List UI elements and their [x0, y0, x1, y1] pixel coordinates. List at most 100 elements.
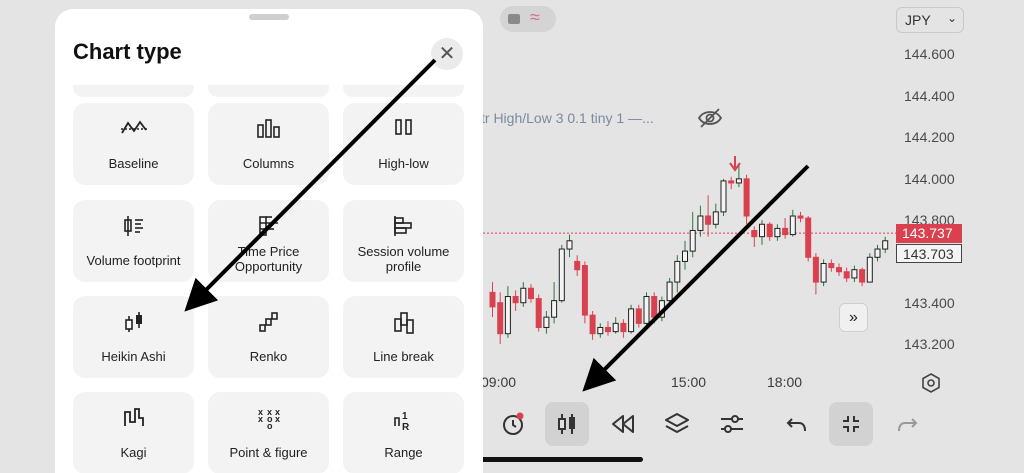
tile-renko[interactable]: Renko — [208, 296, 329, 378]
candle — [712, 203, 719, 229]
redo-icon[interactable] — [885, 402, 929, 446]
candle — [797, 211, 804, 223]
price-label: 144.000 — [904, 171, 955, 187]
undo-icon[interactable] — [775, 402, 819, 446]
candle — [805, 216, 812, 262]
candle — [566, 234, 573, 258]
candle — [689, 211, 696, 258]
candle — [682, 240, 688, 270]
tile-partial[interactable] — [343, 85, 464, 97]
price-label: 143.200 — [904, 336, 955, 352]
candle — [520, 282, 527, 307]
sheet-grabber[interactable] — [249, 14, 289, 20]
tile-session-volume-profile[interactable]: Session volume profile — [343, 200, 464, 282]
wave-icon: ≈ — [530, 7, 540, 27]
candle — [782, 218, 789, 239]
tile-label: Line break — [373, 349, 434, 364]
candle — [874, 244, 881, 262]
price-scale[interactable]: 144.600 144.400 144.200 144.000 143.800 … — [896, 0, 972, 400]
candle — [743, 174, 750, 225]
candles-icon[interactable] — [545, 402, 589, 446]
candle — [766, 222, 773, 241]
scroll-to-latest-button[interactable]: » — [839, 303, 868, 332]
layers-icon[interactable] — [655, 402, 699, 446]
chart-settings-icon[interactable] — [920, 372, 942, 394]
tile-range[interactable]: 1R Range — [343, 392, 464, 473]
tile-label: Range — [384, 445, 423, 460]
eye-hidden-icon[interactable] — [697, 107, 723, 129]
sheet-title: Chart type — [73, 39, 182, 64]
candle — [843, 267, 850, 283]
candle — [612, 317, 619, 334]
candle — [489, 282, 496, 318]
candle — [558, 244, 565, 303]
tile-label: Columns — [242, 156, 295, 171]
tile-baseline[interactable]: Baseline — [73, 103, 194, 185]
candle — [597, 323, 604, 338]
tile-columns[interactable]: Columns — [208, 103, 329, 185]
candle — [651, 292, 658, 324]
close-button[interactable]: ✕ — [431, 38, 463, 70]
price-label: 144.400 — [904, 88, 955, 104]
candle — [581, 261, 588, 324]
time-label: 15:00 — [671, 374, 707, 390]
sliders-icon[interactable] — [710, 402, 754, 446]
price-label: 144.200 — [904, 129, 955, 145]
tile-point-figure[interactable]: x x x x o x o Point & figure — [208, 392, 329, 473]
candle — [666, 277, 673, 303]
last-price-tag: 143.737 — [896, 224, 962, 243]
candle — [851, 265, 858, 283]
candle — [658, 296, 665, 322]
bottom-toolbar — [483, 400, 1024, 448]
candle — [643, 292, 650, 326]
tile-heikin-ashi[interactable]: Heikin Ashi — [73, 296, 194, 378]
indicator-toggle-pill[interactable]: ≈ — [500, 6, 556, 32]
tile-high-low[interactable]: High-low — [343, 103, 464, 185]
candle — [759, 220, 765, 245]
svg-text:o: o — [267, 421, 273, 430]
tile-label: Kagi — [120, 445, 147, 460]
tile-label: Baseline — [108, 156, 159, 171]
svg-text:x: x — [275, 414, 280, 424]
price-tag-secondary: 143.703 — [896, 244, 962, 263]
candle — [820, 259, 827, 287]
candle — [635, 304, 642, 328]
indicator-legend-text: tr High/Low 3 0.1 tiny 1 —... — [481, 110, 654, 126]
collapse-icon[interactable] — [829, 402, 873, 446]
range-icon: 1R — [393, 411, 410, 432]
candle — [866, 253, 873, 283]
candle — [620, 319, 627, 338]
candle — [882, 236, 889, 254]
close-icon: ✕ — [438, 43, 456, 65]
candle — [551, 282, 558, 324]
columns-icon — [256, 119, 280, 138]
candle — [574, 255, 581, 276]
candle — [720, 178, 727, 217]
tile-line-break[interactable]: Line break — [343, 296, 464, 378]
candle — [836, 263, 842, 276]
tile-time-price-opportunity[interactable]: Time Price Opportunity — [208, 200, 329, 282]
candle — [528, 284, 534, 303]
line-break-icon — [393, 312, 414, 334]
tile-volume-footprint[interactable]: Volume footprint — [73, 200, 194, 282]
tile-label: Time Price Opportunity — [234, 244, 303, 274]
time-label: 18:00 — [767, 374, 803, 390]
candle — [504, 286, 511, 338]
tile-partial[interactable] — [73, 85, 194, 97]
tile-partial[interactable] — [208, 85, 329, 97]
tile-kagi[interactable]: Kagi — [73, 392, 194, 473]
candle — [512, 290, 519, 311]
alarm-clock-icon[interactable] — [491, 402, 535, 446]
svg-text:1: 1 — [402, 411, 408, 422]
high-low-icon — [394, 119, 412, 135]
candle — [728, 176, 735, 190]
baseline-icon — [120, 120, 147, 134]
rewind-icon[interactable] — [601, 402, 645, 446]
session-volume-icon — [393, 216, 412, 236]
tile-label: High-low — [378, 156, 429, 171]
candle — [535, 294, 542, 332]
time-label: 09:00 — [481, 374, 517, 390]
tile-label: Heikin Ashi — [101, 349, 166, 364]
candle — [674, 255, 681, 293]
candle — [789, 209, 796, 237]
